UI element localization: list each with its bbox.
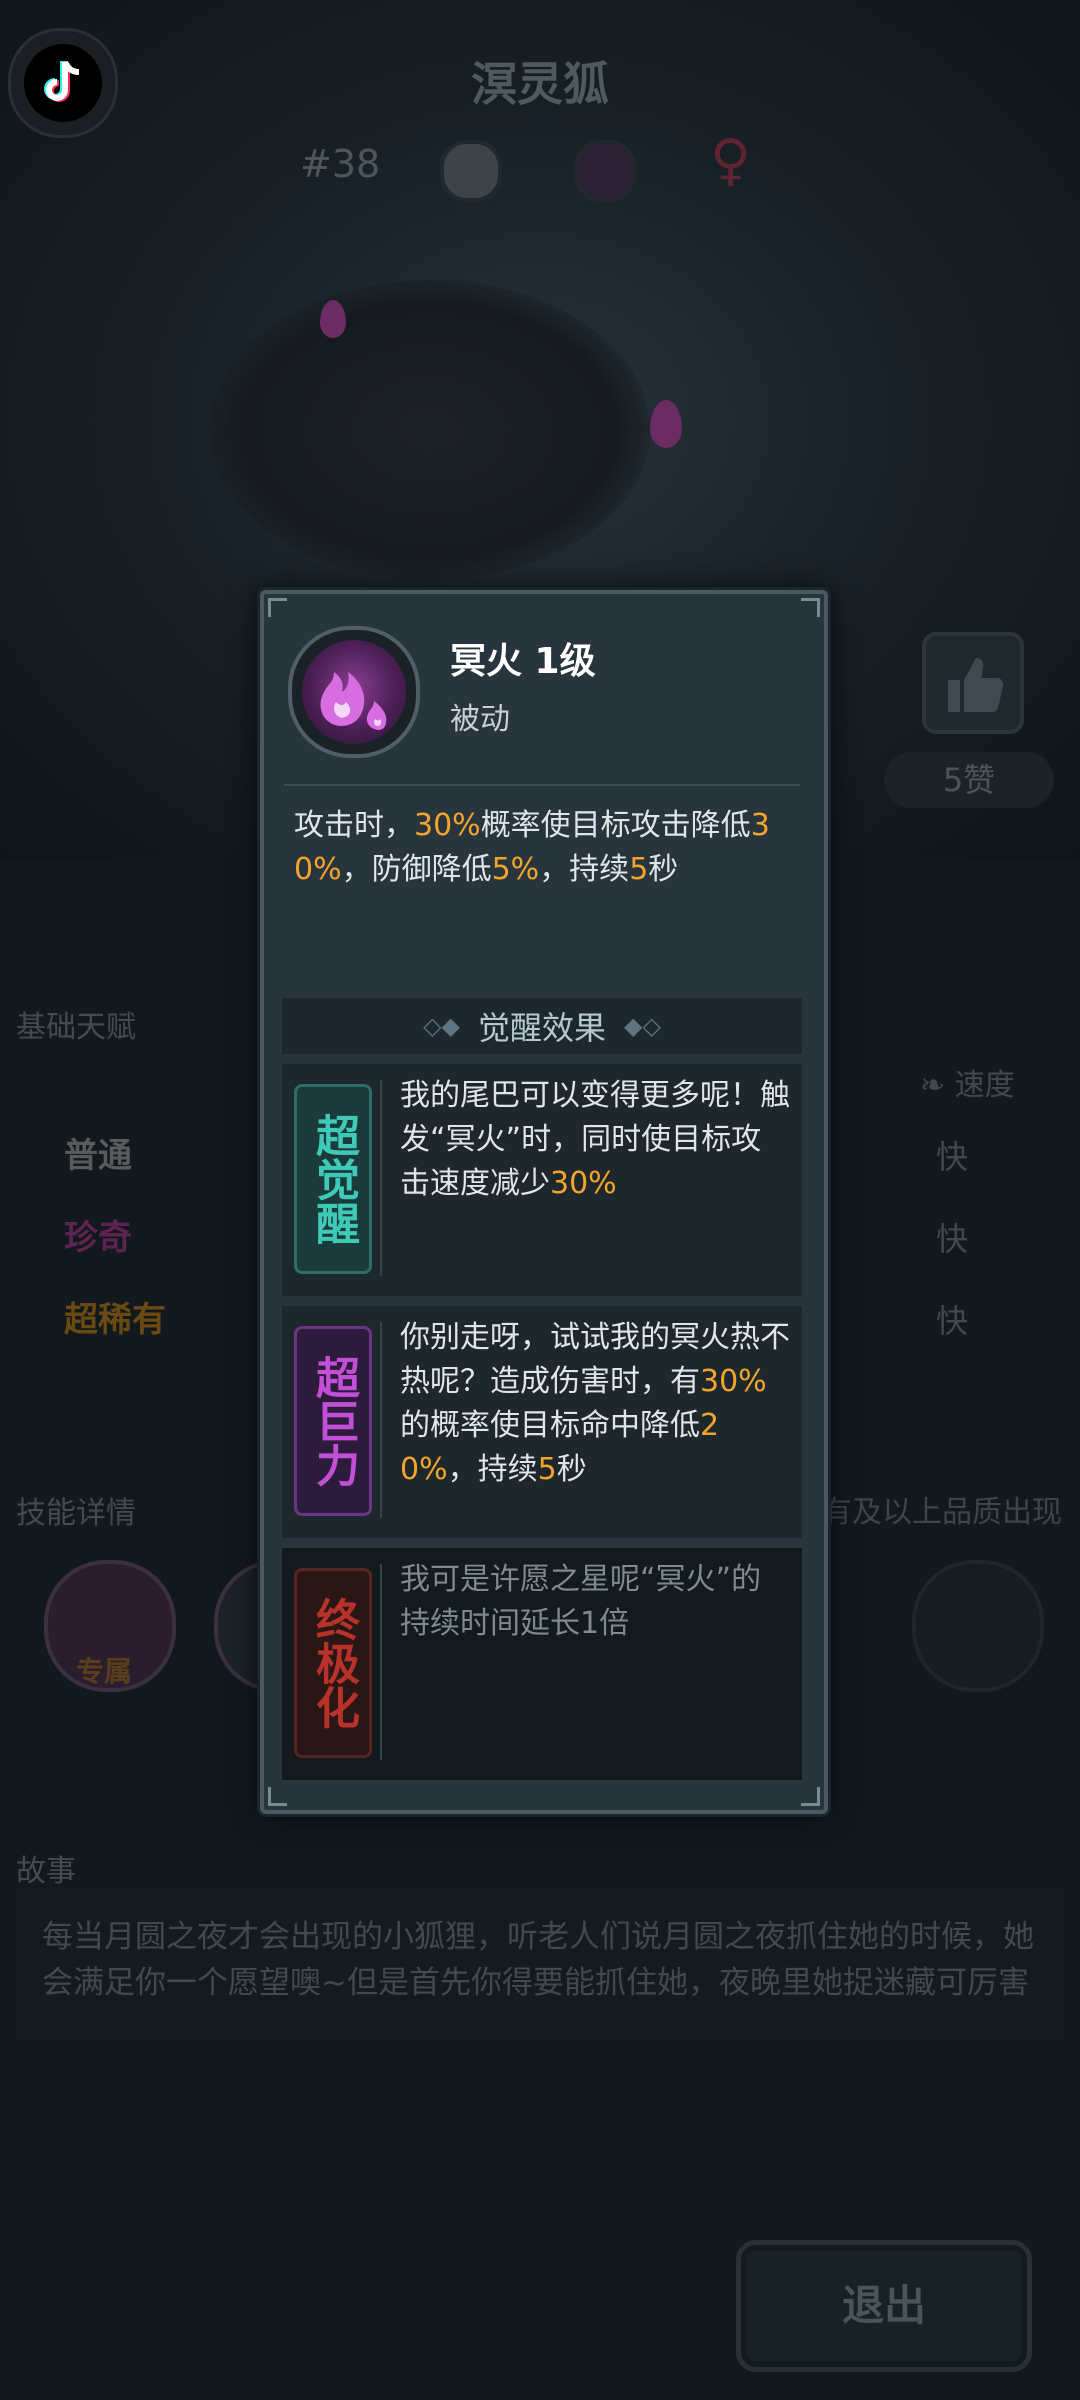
pet-portrait — [210, 280, 650, 580]
speed-value: 快 — [936, 1302, 969, 1340]
desc-text: ，防御降低 — [341, 852, 492, 887]
divider — [284, 784, 800, 786]
skill-detail-modal: 冥火 1级 被动 攻击时，30%概率使目标攻击降低30%，防御降低5%，持续5秒… — [260, 590, 828, 1814]
diamond-decor-icon: ◇◆ — [423, 1012, 460, 1040]
story-text: 每当月圆之夜才会出现的小狐狸，听老人们说月圆之夜抓住她的时候，她会满足你一个愿望… — [42, 1919, 1034, 2001]
separator — [380, 1080, 382, 1276]
corner-decor — [268, 1787, 287, 1806]
ultimate-badge: 终极化 — [294, 1568, 372, 1758]
awakening-text: 我的尾巴可以变得更多呢！触发“冥火”时，同时使目标攻击速度减少30% — [400, 1074, 790, 1206]
element-swirl-icon[interactable] — [440, 140, 502, 202]
corner-decor — [801, 598, 820, 617]
desc-text: ，持续 — [539, 852, 630, 887]
speed-value: 快 — [936, 1138, 969, 1176]
awake-desc: 的概率使目标命中降低 — [400, 1408, 700, 1443]
pet-number: #38 — [300, 142, 381, 186]
separator — [380, 1564, 382, 1760]
lock-icon[interactable] — [912, 1560, 1044, 1692]
moon-icon[interactable] — [574, 140, 636, 202]
awakening-header: ◇◆ 觉醒效果 ◆◇ — [282, 998, 802, 1054]
thumbs-up-icon[interactable] — [922, 632, 1024, 734]
desc-text: 攻击时， — [294, 808, 414, 843]
speed-header: ❧ 速度 — [920, 1060, 1015, 1104]
female-icon: ♀ — [710, 128, 752, 193]
flame-decor-icon — [320, 300, 346, 338]
awakening-row: 超觉醒 我的尾巴可以变得更多呢！触发“冥火”时，同时使目标攻击速度减少30% — [282, 1064, 802, 1296]
desc-value: 30% — [414, 808, 481, 843]
tier-rare: 珍奇 — [64, 1218, 132, 1258]
awake-value: 5 — [537, 1452, 557, 1487]
awake-desc: ，持续 — [447, 1452, 538, 1487]
tier-common: 普通 — [64, 1136, 132, 1176]
skill-icon — [288, 626, 420, 758]
awake-value: 30% — [550, 1166, 617, 1201]
awake-value: 30% — [700, 1364, 767, 1399]
speed-value: 快 — [936, 1220, 969, 1258]
desc-value: 5% — [491, 852, 540, 887]
quality-note: 有及以上品质出现 — [822, 1495, 1062, 1530]
desc-text: 秒 — [648, 852, 679, 887]
awakening-text: 你别走呀，试试我的冥火热不热呢？造成伤害时，有30%的概率使目标命中降低20%，… — [400, 1316, 790, 1492]
skill-type: 被动 — [450, 702, 510, 737]
exit-button[interactable]: 退出 — [736, 2240, 1032, 2372]
corner-decor — [801, 1787, 820, 1806]
super-power-badge: 超巨力 — [294, 1326, 372, 1516]
badge-text: 终极化 — [308, 1597, 359, 1729]
super-awakening-badge: 超觉醒 — [294, 1084, 372, 1274]
basic-talent-label: 基础天赋 — [16, 1010, 136, 1045]
skill-description: 攻击时，30%概率使目标攻击降低30%，防御降低5%，持续5秒 — [294, 804, 794, 892]
badge-text: 超巨力 — [308, 1355, 359, 1487]
badge-text: 超觉醒 — [308, 1113, 359, 1245]
tier-super-rare: 超稀有 — [64, 1300, 166, 1340]
like-count: 5赞 — [884, 752, 1054, 808]
awakening-title: 觉醒效果 — [477, 1009, 606, 1047]
story-label: 故事 — [16, 1854, 76, 1889]
desc-value: 5 — [629, 852, 649, 887]
awake-desc: 秒 — [556, 1452, 587, 1487]
skill-name: 冥火 1级 — [450, 641, 596, 682]
pet-name-title: 溟灵狐 — [471, 57, 609, 111]
skill-details-label: 技能详情 — [16, 1496, 136, 1531]
speed-label: 速度 — [954, 1068, 1015, 1103]
awakening-text: 我可是许愿之星呢“冥火”的持续时间延长1倍 — [400, 1562, 762, 1641]
diamond-decor-icon: ◆◇ — [624, 1012, 661, 1040]
ghost-fire-icon — [302, 640, 406, 744]
corner-decor — [268, 598, 287, 617]
exclusive-label: 专属 — [76, 1655, 133, 1688]
desc-text: 概率使目标攻击降低 — [480, 808, 751, 843]
separator — [380, 1322, 382, 1518]
awakening-row-locked: 终极化 我可是许愿之星呢“冥火”的持续时间延长1倍 — [282, 1548, 802, 1780]
awakening-row: 超巨力 你别走呀，试试我的冥火热不热呢？造成伤害时，有30%的概率使目标命中降低… — [282, 1306, 802, 1538]
feather-icon: ❧ — [920, 1068, 946, 1103]
